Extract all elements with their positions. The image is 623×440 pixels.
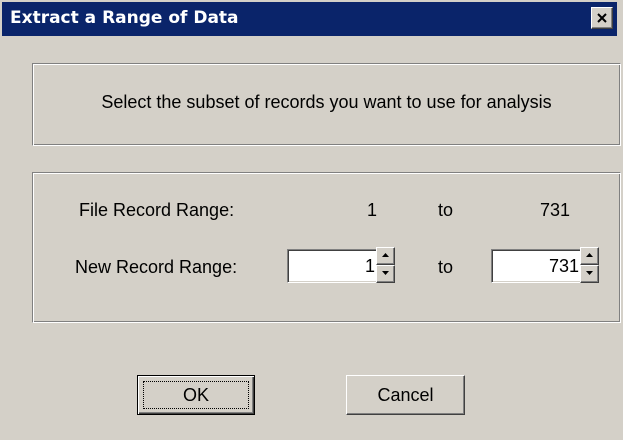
instructions-text: Select the subset of records you want to… bbox=[101, 92, 552, 112]
ok-button-label: OK bbox=[182, 385, 209, 405]
file-record-start: 1 bbox=[367, 200, 378, 220]
arrow-up-icon bbox=[382, 253, 389, 257]
start-spin-up-button[interactable] bbox=[376, 247, 395, 265]
start-spin-down-button[interactable] bbox=[376, 265, 395, 283]
arrow-up-icon bbox=[586, 253, 593, 257]
new-record-range-label: New Record Range: bbox=[75, 257, 238, 277]
arrow-down-icon bbox=[382, 271, 389, 275]
start-spinner bbox=[376, 247, 395, 283]
range-panel: File Record Range: 1 to 731 New Record R… bbox=[32, 172, 621, 323]
file-range-to-label: to bbox=[438, 200, 454, 220]
new-range-to-label: to bbox=[438, 257, 454, 277]
new-range-end-input[interactable] bbox=[491, 249, 584, 283]
new-range-start-input[interactable] bbox=[287, 249, 380, 283]
close-icon bbox=[597, 13, 607, 23]
end-spinner bbox=[580, 247, 599, 283]
end-spin-up-button[interactable] bbox=[580, 247, 599, 265]
cancel-button-label: Cancel bbox=[377, 385, 434, 405]
instructions-panel: Select the subset of records you want to… bbox=[32, 63, 621, 146]
arrow-down-icon bbox=[586, 271, 593, 275]
ok-button[interactable]: OK bbox=[137, 375, 255, 415]
file-record-end: 731 bbox=[540, 200, 571, 220]
close-button[interactable] bbox=[591, 7, 613, 29]
cancel-button[interactable]: Cancel bbox=[346, 375, 465, 415]
title-bar[interactable]: Extract a Range of Data bbox=[2, 2, 617, 36]
end-spin-down-button[interactable] bbox=[580, 265, 599, 283]
file-record-range-label: File Record Range: bbox=[79, 200, 235, 220]
extract-range-dialog: Extract a Range of Data Select the subse… bbox=[0, 0, 623, 440]
window-title: Extract a Range of Data bbox=[10, 8, 239, 28]
